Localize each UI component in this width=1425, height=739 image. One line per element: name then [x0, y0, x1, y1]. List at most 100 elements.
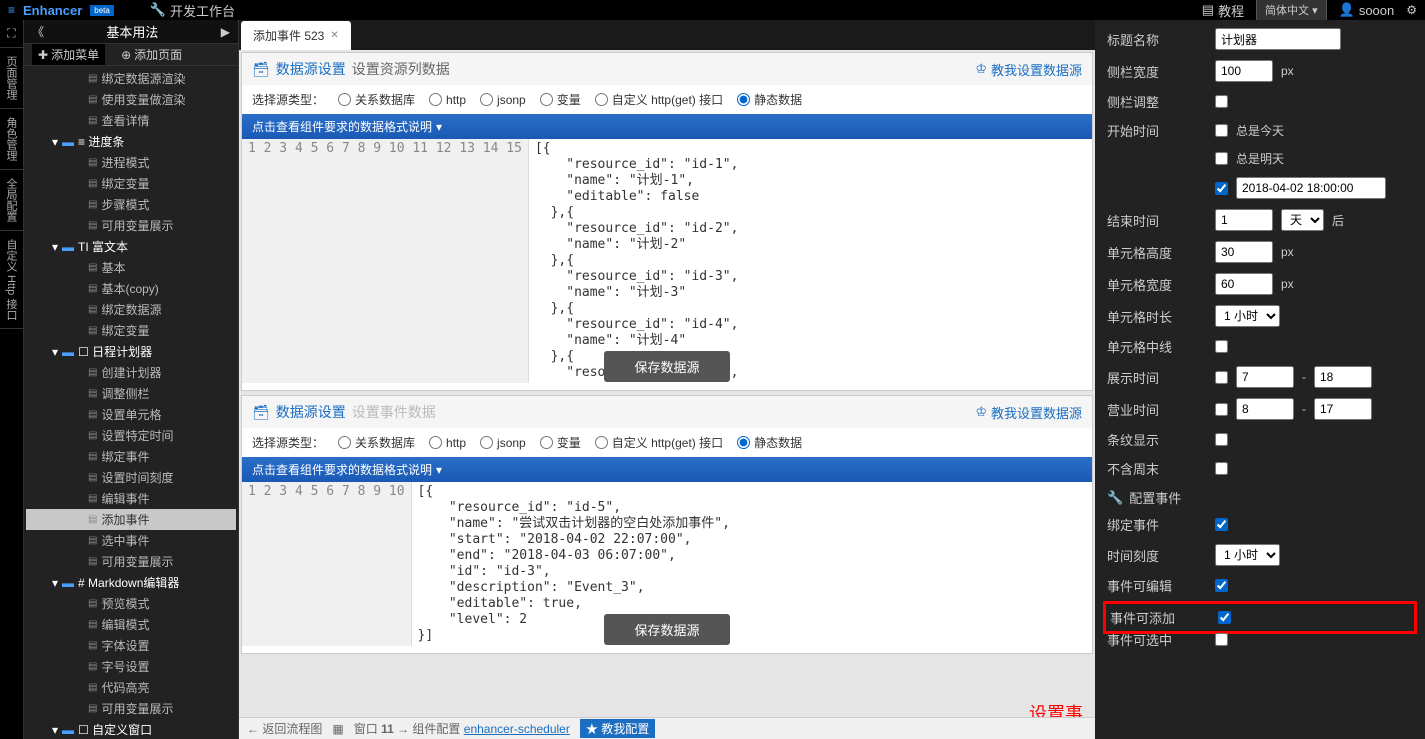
- add-page-button[interactable]: ⊕添加页面: [115, 44, 188, 65]
- ds-help-link[interactable]: ♔教我设置数据源: [975, 60, 1082, 79]
- tree-item[interactable]: ▤使用变量做渲染: [26, 89, 236, 110]
- tutorial-link[interactable]: ▤教程: [1202, 1, 1244, 20]
- source-type-radio[interactable]: 静态数据: [737, 434, 802, 451]
- tree-group[interactable]: ▾▬☐ 自定义窗口: [26, 719, 236, 739]
- business-from-input[interactable]: [1236, 398, 1294, 420]
- back-link[interactable]: ← 返回流程图: [247, 720, 322, 737]
- title-name-input[interactable]: [1215, 28, 1341, 50]
- tree-item[interactable]: ▤调整侧栏: [26, 383, 236, 404]
- bind-event-check[interactable]: [1215, 518, 1228, 531]
- tree-item[interactable]: ▤进程模式: [26, 152, 236, 173]
- tree-item[interactable]: ▤设置特定时间: [26, 425, 236, 446]
- tree-item[interactable]: ▤可用变量展示: [26, 215, 236, 236]
- tree-item[interactable]: ▤代码高亮: [26, 677, 236, 698]
- sidebar-width-input[interactable]: [1215, 60, 1273, 82]
- tree-item[interactable]: ▤可用变量展示: [26, 551, 236, 572]
- display-to-input[interactable]: [1314, 366, 1372, 388]
- vtab-role[interactable]: 角色管理: [0, 109, 23, 170]
- stripe-check[interactable]: [1215, 433, 1228, 446]
- tree-item[interactable]: ▤设置单元格: [26, 404, 236, 425]
- source-type-radio[interactable]: 自定义 http(get) 接口: [595, 434, 723, 451]
- tree-item[interactable]: ▤字号设置: [26, 656, 236, 677]
- cell-midline-check[interactable]: [1215, 340, 1228, 353]
- vtab-expand-icon[interactable]: ⛶: [0, 20, 23, 48]
- cell-height-input[interactable]: [1215, 241, 1273, 263]
- ds-help-link[interactable]: ♔教我设置数据源: [975, 403, 1082, 422]
- component-link[interactable]: enhancer-scheduler: [464, 722, 570, 736]
- tree-group[interactable]: ▾▬☐ 日程计划器: [26, 341, 236, 362]
- display-time-check[interactable]: [1215, 371, 1228, 384]
- save-datasource-button[interactable]: 保存数据源: [604, 614, 729, 645]
- source-type-radio[interactable]: jsonp: [480, 91, 526, 108]
- source-type-radio[interactable]: http: [429, 91, 466, 108]
- always-tomorrow-check[interactable]: [1215, 152, 1228, 165]
- tree-item[interactable]: ▤绑定变量: [26, 173, 236, 194]
- workbench-link[interactable]: 🔧开发工作台: [150, 1, 235, 20]
- exclude-weekend-check[interactable]: [1215, 462, 1228, 475]
- source-type-radio[interactable]: 自定义 http(get) 接口: [595, 91, 723, 108]
- save-datasource-button[interactable]: 保存数据源: [604, 351, 729, 382]
- close-icon[interactable]: ✕: [330, 30, 338, 41]
- teach-button[interactable]: ★ 教我配置: [580, 719, 655, 738]
- tree-item[interactable]: ▤编辑事件: [26, 488, 236, 509]
- tree-item[interactable]: ▤添加事件: [26, 509, 236, 530]
- ds-subtitle: 设置资源列数据: [352, 59, 450, 79]
- tree-item[interactable]: ▤绑定变量: [26, 320, 236, 341]
- vtab-page[interactable]: 页面管理: [0, 48, 23, 109]
- event-editable-check[interactable]: [1215, 579, 1228, 592]
- collapse-icon[interactable]: 《: [32, 23, 44, 40]
- source-type-radio[interactable]: http: [429, 434, 466, 451]
- source-type-radio[interactable]: jsonp: [480, 434, 526, 451]
- start-date-input[interactable]: [1236, 177, 1386, 199]
- cell-width-input[interactable]: [1215, 273, 1273, 295]
- date-check[interactable]: [1215, 182, 1228, 195]
- file-icon: ▤: [88, 283, 97, 294]
- end-time-unit-select[interactable]: 天: [1281, 209, 1324, 231]
- language-selector[interactable]: 简体中文 ▾: [1256, 0, 1327, 21]
- tree-item[interactable]: ▤查看详情: [26, 110, 236, 131]
- business-time-check[interactable]: [1215, 403, 1228, 416]
- tree-item[interactable]: ▤编辑模式: [26, 614, 236, 635]
- tree-item[interactable]: ▤绑定数据源: [26, 299, 236, 320]
- source-type-radio[interactable]: 变量: [540, 434, 581, 451]
- tree-group[interactable]: ▾▬≡ 进度条: [26, 131, 236, 152]
- menu-icon[interactable]: ≡: [8, 3, 15, 17]
- format-help-bar[interactable]: 点击查看组件要求的数据格式说明▾: [242, 114, 1092, 139]
- tab-item[interactable]: 添加事件 523 ✕: [241, 21, 351, 50]
- user-link[interactable]: 👤sooon: [1339, 2, 1395, 18]
- display-from-input[interactable]: [1236, 366, 1294, 388]
- event-addable-check[interactable]: [1218, 611, 1231, 624]
- plus-icon: ✚: [38, 48, 48, 62]
- tree-item[interactable]: ▤基本(copy): [26, 278, 236, 299]
- tree-item[interactable]: ▤可用变量展示: [26, 698, 236, 719]
- cell-duration-select[interactable]: 1 小时: [1215, 305, 1280, 327]
- source-type-radio[interactable]: 关系数据库: [338, 91, 415, 108]
- business-to-input[interactable]: [1314, 398, 1372, 420]
- source-type-radio[interactable]: 关系数据库: [338, 434, 415, 451]
- source-type-radio[interactable]: 静态数据: [737, 91, 802, 108]
- time-scale-select[interactable]: 1 小时: [1215, 544, 1280, 566]
- tree-item[interactable]: ▤选中事件: [26, 530, 236, 551]
- add-menu-button[interactable]: ✚添加菜单: [32, 44, 105, 65]
- tree-item[interactable]: ▤字体设置: [26, 635, 236, 656]
- tree-item[interactable]: ▤步骤模式: [26, 194, 236, 215]
- source-type-radio[interactable]: 变量: [540, 91, 581, 108]
- tree-item[interactable]: ▤基本: [26, 257, 236, 278]
- tree-item[interactable]: ▤预览模式: [26, 593, 236, 614]
- tree-item[interactable]: ▤创建计划器: [26, 362, 236, 383]
- tree-item[interactable]: ▤绑定数据源渲染: [26, 68, 236, 89]
- event-selectable-check[interactable]: [1215, 633, 1228, 646]
- tree-item[interactable]: ▤绑定事件: [26, 446, 236, 467]
- vtab-http[interactable]: 自定义 Http 接口: [0, 231, 23, 329]
- tree-group[interactable]: ▾▬TI 富文本: [26, 236, 236, 257]
- format-help-bar[interactable]: 点击查看组件要求的数据格式说明▾: [242, 457, 1092, 482]
- sidebar-adjust-check[interactable]: [1215, 95, 1228, 108]
- tree-group[interactable]: ▾▬# Markdown编辑器: [26, 572, 236, 593]
- database-icon: 🗃: [252, 61, 270, 78]
- vtab-global[interactable]: 全局配置: [0, 170, 23, 231]
- play-icon[interactable]: ▶: [221, 25, 230, 39]
- settings-icon[interactable]: ⚙: [1406, 3, 1417, 17]
- tree-item[interactable]: ▤设置时间刻度: [26, 467, 236, 488]
- always-today-check[interactable]: [1215, 124, 1228, 137]
- end-time-input[interactable]: [1215, 209, 1273, 231]
